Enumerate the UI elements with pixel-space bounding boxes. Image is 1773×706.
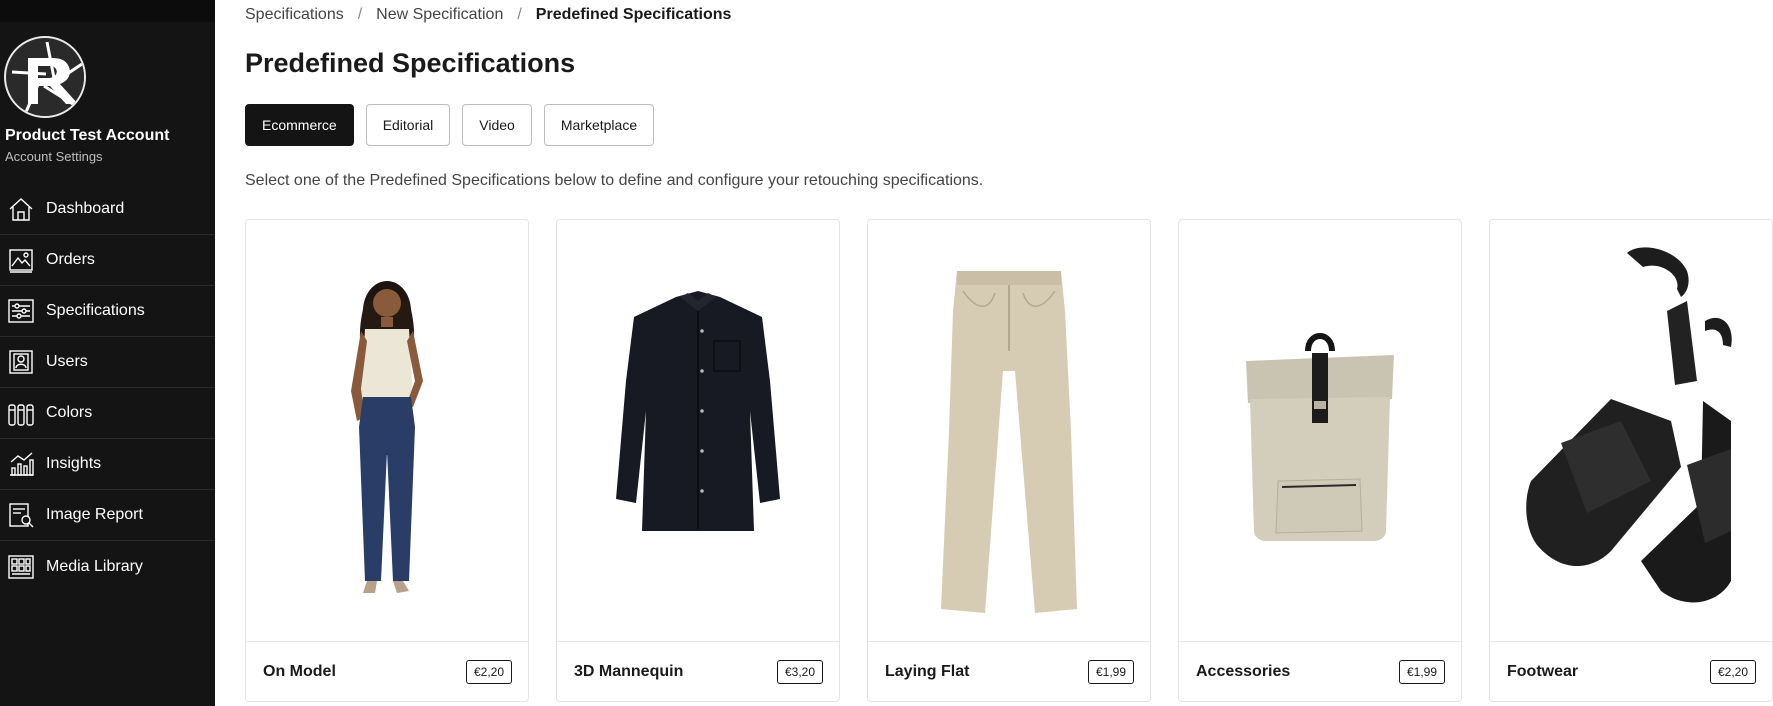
account-settings-link[interactable]: Account Settings	[5, 149, 103, 164]
breadcrumb-separator: /	[517, 6, 522, 23]
home-icon	[6, 194, 36, 224]
card-footer: On Model €2,20	[246, 642, 528, 702]
tab-marketplace[interactable]: Marketplace	[543, 104, 655, 146]
account-logo[interactable]	[4, 36, 86, 118]
breadcrumb-new-specification[interactable]: New Specification	[376, 6, 503, 24]
sidebar-item-label: Colors	[46, 404, 93, 421]
sidebar-item-label: Users	[46, 353, 88, 370]
card-title: On Model	[263, 663, 336, 680]
spec-card-on-model[interactable]: On Model €2,20	[245, 219, 529, 702]
backpack-photo	[1179, 220, 1461, 642]
intro-text: Select one of the Predefined Specificati…	[245, 172, 984, 189]
card-footer: Footwear €2,20	[1490, 642, 1772, 702]
card-title: Accessories	[1196, 663, 1291, 680]
card-title: Footwear	[1507, 663, 1579, 680]
price-badge: €2,20	[465, 660, 512, 684]
price-badge: €1,99	[1087, 660, 1134, 684]
sidebar-item-image-report[interactable]: Image Report	[0, 490, 215, 541]
card-footer: 3D Mannequin €3,20	[557, 642, 839, 702]
sidebar-item-dashboard[interactable]: Dashboard	[0, 184, 215, 235]
spec-cards: On Model €2,20 3D Mannequin €3,20 Laying…	[245, 219, 1773, 702]
category-tabs: Ecommerce Editorial Video Marketplace	[245, 104, 655, 146]
card-title: Laying Flat	[885, 663, 970, 680]
sidebar-item-label: Media Library	[46, 557, 143, 575]
tab-editorial[interactable]: Editorial	[365, 104, 451, 146]
sidebar-item-label: Insights	[46, 455, 102, 472]
price-badge: €1,99	[1398, 660, 1445, 684]
breadcrumb: Specifications / New Specification / Pre…	[245, 6, 731, 24]
sidebar-item-insights[interactable]: Insights	[0, 439, 215, 490]
sidebar-item-specifications[interactable]: Specifications	[0, 286, 215, 337]
breadcrumb-separator: /	[357, 6, 363, 23]
sidebar-item-media-library[interactable]: Media Library	[0, 541, 215, 592]
price-badge: €3,20	[776, 660, 823, 684]
shirt-photo	[557, 220, 839, 642]
sandals-photo	[1490, 220, 1772, 642]
price-badge: €2,20	[1709, 660, 1756, 684]
sidebar-item-label: Orders	[46, 251, 95, 268]
page-title: Predefined Specifications	[245, 48, 576, 78]
breadcrumb-specifications[interactable]: Specifications	[245, 6, 344, 24]
on-model-photo	[246, 220, 528, 642]
sidebar-topbar	[0, 0, 215, 22]
spec-card-footwear[interactable]: Footwear €2,20	[1489, 219, 1773, 702]
sidebar-item-label: Specifications	[46, 302, 145, 319]
jeans-photo	[868, 220, 1150, 642]
report-search-icon	[6, 500, 36, 530]
sidebar-nav: Dashboard Orders Specifications Users Co…	[0, 184, 215, 592]
sidebar-item-orders[interactable]: Orders	[0, 235, 215, 286]
main-content: Specifications / New Specification / Pre…	[245, 0, 1773, 706]
image-icon	[6, 245, 36, 275]
card-footer: Accessories €1,99	[1179, 642, 1461, 702]
breadcrumb-current: Predefined Specifications	[535, 6, 732, 23]
spec-card-3d-mannequin[interactable]: 3D Mannequin €3,20	[556, 219, 840, 702]
sidebar-item-colors[interactable]: Colors	[0, 388, 215, 439]
logo-mark-icon	[7, 39, 84, 116]
spec-card-accessories[interactable]: Accessories €1,99	[1178, 219, 1462, 702]
card-title: 3D Mannequin	[574, 663, 684, 680]
sidebar-item-label: Image Report	[46, 506, 143, 523]
sidebar: Product Test Account Account Settings Da…	[0, 0, 215, 706]
swatches-icon	[6, 398, 36, 428]
sliders-icon	[6, 296, 36, 326]
spec-card-laying-flat[interactable]: Laying Flat €1,99	[867, 219, 1151, 702]
account-name[interactable]: Product Test Account	[5, 127, 169, 145]
tab-ecommerce[interactable]: Ecommerce	[245, 104, 354, 146]
tab-video[interactable]: Video	[462, 104, 532, 146]
card-footer: Laying Flat €1,99	[868, 642, 1150, 702]
sidebar-item-users[interactable]: Users	[0, 337, 215, 388]
user-card-icon	[6, 347, 36, 377]
chart-icon	[6, 449, 36, 479]
grid-icon	[6, 552, 36, 582]
sidebar-item-label: Dashboard	[46, 200, 125, 217]
